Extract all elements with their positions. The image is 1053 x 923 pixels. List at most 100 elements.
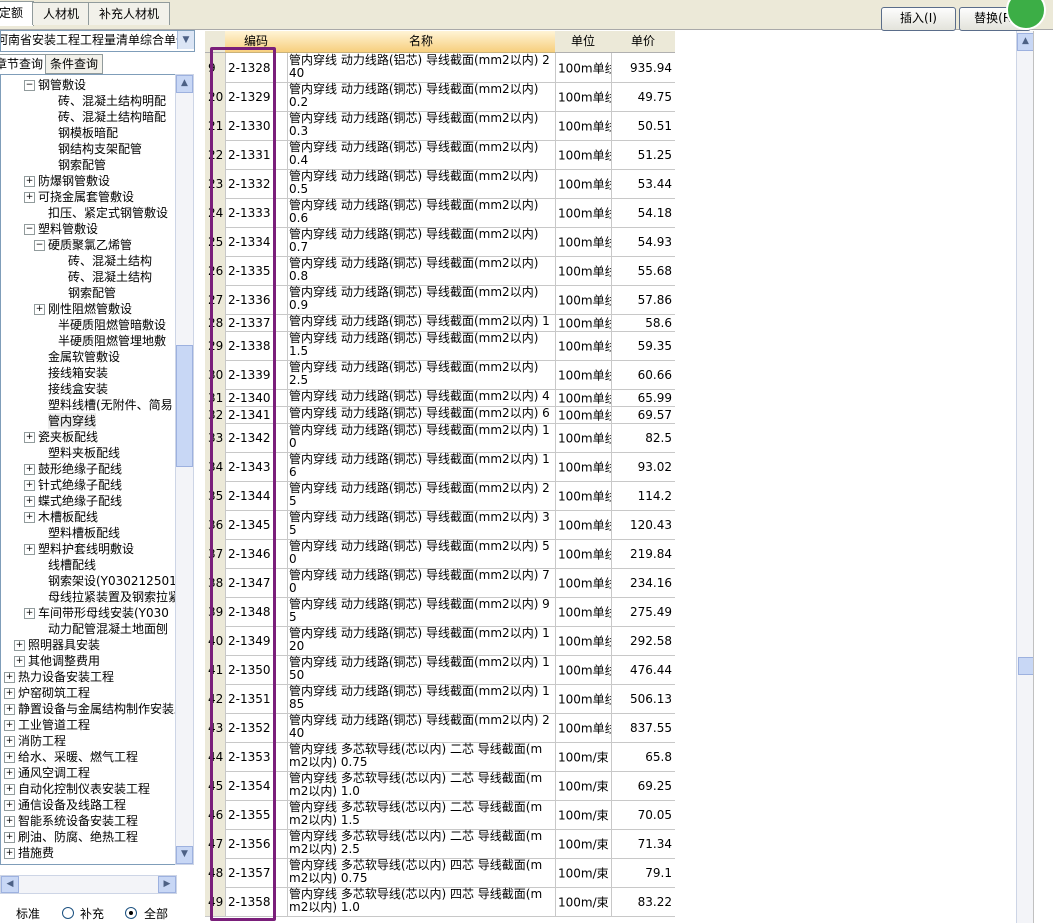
tree-item[interactable]: + 智能系统设备安装工程 <box>1 813 176 829</box>
tree-item[interactable]: 半硬质阻燃管暗敷设 <box>1 317 176 333</box>
tab-condition-query[interactable]: 条件查询 <box>45 54 104 74</box>
collapse-icon[interactable]: − <box>24 80 35 91</box>
tree-item[interactable]: + 通风空调工程 <box>1 765 176 781</box>
tree-item[interactable]: + 刷油、防腐、绝热工程 <box>1 829 176 845</box>
tree-item[interactable]: + 针式绝缘子配线 <box>1 477 176 493</box>
expand-icon[interactable]: + <box>4 800 15 811</box>
tree-item[interactable]: 砖、混凝土结构 <box>1 253 176 269</box>
tree-item[interactable]: 砖、混凝土结构明配 <box>1 93 176 109</box>
tree-item[interactable]: + 可挠金属套管敷设 <box>1 189 176 205</box>
expand-icon[interactable]: + <box>4 720 15 731</box>
tab-quota[interactable]: 定额 <box>0 1 35 26</box>
expand-icon[interactable]: + <box>4 832 15 843</box>
tree-item[interactable]: 钢模板暗配 <box>1 125 176 141</box>
tree-item[interactable]: + 车间带形母线安装(Y030 <box>1 605 176 621</box>
tree-item[interactable]: 半硬质阻燃管埋地敷 <box>1 333 176 349</box>
expand-icon[interactable]: + <box>24 464 35 475</box>
chevron-right-icon[interactable]: ▶ <box>158 876 176 893</box>
tree-item[interactable]: 塑料线槽(无附件、简易 <box>1 397 176 413</box>
header-name[interactable]: 名称 <box>287 31 556 53</box>
tree-item[interactable]: + 给水、采暖、燃气工程 <box>1 749 176 765</box>
tree-item[interactable]: + 刚性阻燃管敷设 <box>1 301 176 317</box>
tree-item[interactable]: 动力配管混凝土地面刨 <box>1 621 176 637</box>
tree-item[interactable]: + 木槽板配线 <box>1 509 176 525</box>
chevron-up-icon[interactable]: ▲ <box>176 75 193 93</box>
expand-icon[interactable]: + <box>4 736 15 747</box>
tree-item[interactable]: 砖、混凝土结构 <box>1 269 176 285</box>
expand-icon[interactable]: + <box>24 608 35 619</box>
tree-item[interactable]: 扣压、紧定式钢管敷设 <box>1 205 176 221</box>
tree-item[interactable]: 钢索架设(Y030212501) <box>1 573 176 589</box>
tree-item[interactable]: + 自动化控制仪表安装工程 <box>1 781 176 797</box>
tree-item[interactable]: + 静置设备与金属结构制作安装工 <box>1 701 176 717</box>
tree-item[interactable]: + 塑料护套线明敷设 <box>1 541 176 557</box>
tree-item[interactable]: + 热力设备安装工程 <box>1 669 176 685</box>
tree-item[interactable]: − 钢管敷设 <box>1 77 176 93</box>
tree-item[interactable]: 钢索配管 <box>1 157 176 173</box>
tree-item[interactable]: + 其他调整费用 <box>1 653 176 669</box>
tab-chapter-query[interactable]: 章节查询 <box>0 54 49 74</box>
tree-item[interactable]: + 措施费 <box>1 845 176 861</box>
tree-item[interactable]: + 通信设备及线路工程 <box>1 797 176 813</box>
radio-supplement[interactable] <box>62 907 74 919</box>
chevron-left-icon[interactable]: ◀ <box>1 876 19 893</box>
tree-item[interactable]: + 瓷夹板配线 <box>1 429 176 445</box>
tree-item[interactable]: 金属软管敷设 <box>1 349 176 365</box>
expand-icon[interactable]: + <box>34 304 45 315</box>
tab-labor-material-machine[interactable]: 人材机 <box>32 2 91 25</box>
tree-item[interactable]: + 工业管道工程 <box>1 717 176 733</box>
expand-icon[interactable]: + <box>24 176 35 187</box>
expand-icon[interactable]: + <box>24 496 35 507</box>
expand-icon[interactable]: + <box>4 768 15 779</box>
expand-icon[interactable]: + <box>4 688 15 699</box>
header-price[interactable]: 单价 <box>611 31 675 53</box>
tree-item[interactable]: 接线盒安装 <box>1 381 176 397</box>
tree-item[interactable]: 管内穿线 <box>1 413 176 429</box>
expand-icon[interactable]: + <box>24 432 35 443</box>
grid-vertical-scrollbar[interactable]: ▲ <box>1016 31 1034 923</box>
expand-icon[interactable]: + <box>4 848 15 859</box>
tree-item[interactable]: 砖、混凝土结构暗配 <box>1 109 176 125</box>
expand-icon[interactable]: + <box>4 704 15 715</box>
scroll-thumb[interactable] <box>1018 657 1034 675</box>
expand-icon[interactable]: + <box>14 640 25 651</box>
tree-horizontal-scrollbar[interactable]: ◀ ▶ <box>0 875 177 894</box>
tree-item[interactable]: + 防爆钢管敷设 <box>1 173 176 189</box>
expand-icon[interactable]: + <box>24 480 35 491</box>
tree-item[interactable]: 接线箱安装 <box>1 365 176 381</box>
tree-item[interactable]: 塑料夹板配线 <box>1 445 176 461</box>
tree-item[interactable]: + 炉窑砌筑工程 <box>1 685 176 701</box>
tree-item[interactable]: 线槽配线 <box>1 557 176 573</box>
insert-button[interactable]: 插入(I) <box>881 7 956 31</box>
tree-vertical-scrollbar[interactable]: ▲ ▼ <box>175 74 194 865</box>
chevron-down-icon[interactable]: ▼ <box>177 31 194 49</box>
expand-icon[interactable]: + <box>4 816 15 827</box>
collapse-icon[interactable]: − <box>24 224 35 235</box>
expand-icon[interactable]: + <box>24 512 35 523</box>
tree-item[interactable]: 钢结构支架配管 <box>1 141 176 157</box>
expand-icon[interactable]: + <box>24 192 35 203</box>
expand-icon[interactable]: + <box>4 784 15 795</box>
chevron-down-icon[interactable]: ▼ <box>176 846 193 864</box>
tree-item-label: 热力设备安装工程 <box>18 670 115 684</box>
scroll-thumb[interactable] <box>176 345 193 467</box>
tree-item[interactable]: 塑料槽板配线 <box>1 525 176 541</box>
collapse-icon[interactable]: − <box>34 240 45 251</box>
tree-item[interactable]: + 消防工程 <box>1 733 176 749</box>
radio-all[interactable] <box>125 907 137 919</box>
expand-icon[interactable]: + <box>4 752 15 763</box>
tree-item[interactable]: 母线拉紧装置及钢索拉紧 <box>1 589 176 605</box>
tree-item[interactable]: − 硬质聚氯乙烯管 <box>1 237 176 253</box>
quota-library-select[interactable]: 河南省安装工程工程量清单综合单价 ▼ <box>0 30 195 52</box>
expand-icon[interactable]: + <box>14 656 25 667</box>
tree-item[interactable]: + 照明器具安装 <box>1 637 176 653</box>
tree-item[interactable]: − 塑料管敷设 <box>1 221 176 237</box>
tab-supplement-material[interactable]: 补充人材机 <box>88 2 171 25</box>
expand-icon[interactable]: + <box>4 672 15 683</box>
tree-item[interactable]: + 蝶式绝缘子配线 <box>1 493 176 509</box>
tree-item[interactable]: 钢索配管 <box>1 285 176 301</box>
expand-icon[interactable]: + <box>24 544 35 555</box>
tree-item[interactable]: + 鼓形绝缘子配线 <box>1 461 176 477</box>
header-unit[interactable]: 单位 <box>555 31 612 53</box>
chevron-up-icon[interactable]: ▲ <box>1017 33 1034 51</box>
